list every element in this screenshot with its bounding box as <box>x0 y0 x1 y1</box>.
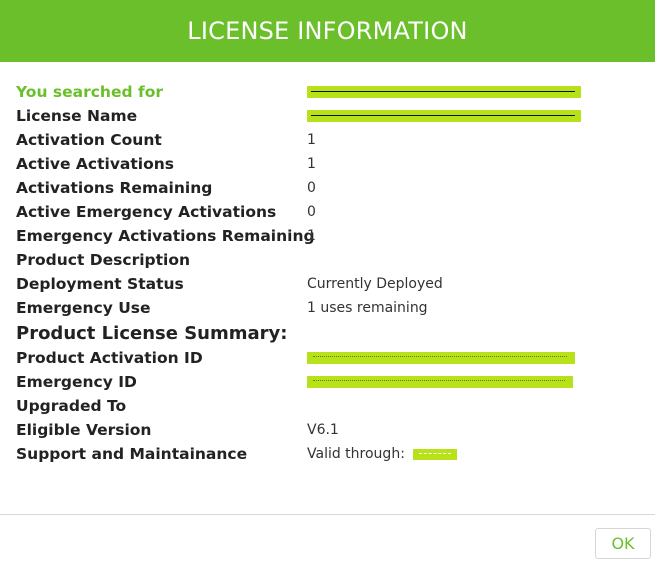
valid-through-text: Valid through: <box>307 446 405 462</box>
row-active-emergency-activations: Active Emergency Activations 0 <box>16 200 636 224</box>
eligible-version-label: Eligible Version <box>16 421 152 439</box>
row-license-name: License Name <box>16 104 636 128</box>
deployment-status-label: Deployment Status <box>16 275 184 293</box>
eligible-version-value: V6.1 <box>307 422 339 438</box>
activation-count-label: Activation Count <box>16 131 162 149</box>
product-activation-id-label: Product Activation ID <box>16 349 203 367</box>
row-emergency-activations-remaining: Emergency Activations Remaining 1 <box>16 224 636 248</box>
row-emergency-id: Emergency ID <box>16 370 636 394</box>
emergency-activations-remaining-value: 1 <box>307 228 316 244</box>
support-maintainance-label: Support and Maintainance <box>16 445 248 463</box>
summary-heading: Product License Summary: <box>16 322 288 344</box>
row-summary-heading: Product License Summary: <box>16 320 636 346</box>
row-searched-for: You searched for <box>16 80 636 104</box>
footer-divider <box>0 514 655 515</box>
activation-count-value: 1 <box>307 132 316 148</box>
license-name-label: License Name <box>16 107 138 125</box>
searched-for-label: You searched for <box>16 83 163 101</box>
emergency-id-label: Emergency ID <box>16 373 137 391</box>
row-support-maintainance: Support and Maintainance Valid through: <box>16 442 636 466</box>
ok-button[interactable]: OK <box>595 528 651 559</box>
active-activations-label: Active Activations <box>16 155 175 173</box>
activations-remaining-value: 0 <box>307 180 316 196</box>
license-info-table: You searched for License Name Activation… <box>16 80 636 466</box>
emergency-use-label: Emergency Use <box>16 299 151 317</box>
row-active-activations: Active Activations 1 <box>16 152 636 176</box>
active-emergency-activations-label: Active Emergency Activations <box>16 203 277 221</box>
deployment-status-value: Currently Deployed <box>307 276 443 292</box>
row-product-activation-id: Product Activation ID <box>16 346 636 370</box>
redacted-support-date <box>413 448 458 460</box>
emergency-use-value: 1 uses remaining <box>307 300 428 316</box>
row-upgraded-to: Upgraded To <box>16 394 636 418</box>
active-emergency-activations-value: 0 <box>307 204 316 220</box>
upgraded-to-label: Upgraded To <box>16 397 127 415</box>
dialog-title: LICENSE INFORMATION <box>187 17 468 45</box>
row-product-description: Product Description <box>16 248 636 272</box>
emergency-activations-remaining-label: Emergency Activations Remaining <box>16 227 315 245</box>
row-eligible-version: Eligible Version V6.1 <box>16 418 636 442</box>
redacted-emergency-id <box>307 376 573 388</box>
product-description-label: Product Description <box>16 251 191 269</box>
redacted-activation-id <box>307 352 575 364</box>
redacted-search-value <box>307 86 581 98</box>
dialog-header: LICENSE INFORMATION <box>0 0 655 62</box>
activations-remaining-label: Activations Remaining <box>16 179 213 197</box>
row-activation-count: Activation Count 1 <box>16 128 636 152</box>
active-activations-value: 1 <box>307 156 316 172</box>
support-maintainance-value: Valid through: <box>307 446 458 462</box>
redacted-license-name <box>307 110 581 122</box>
row-deployment-status: Deployment Status Currently Deployed <box>16 272 636 296</box>
row-emergency-use: Emergency Use 1 uses remaining <box>16 296 636 320</box>
row-activations-remaining: Activations Remaining 0 <box>16 176 636 200</box>
